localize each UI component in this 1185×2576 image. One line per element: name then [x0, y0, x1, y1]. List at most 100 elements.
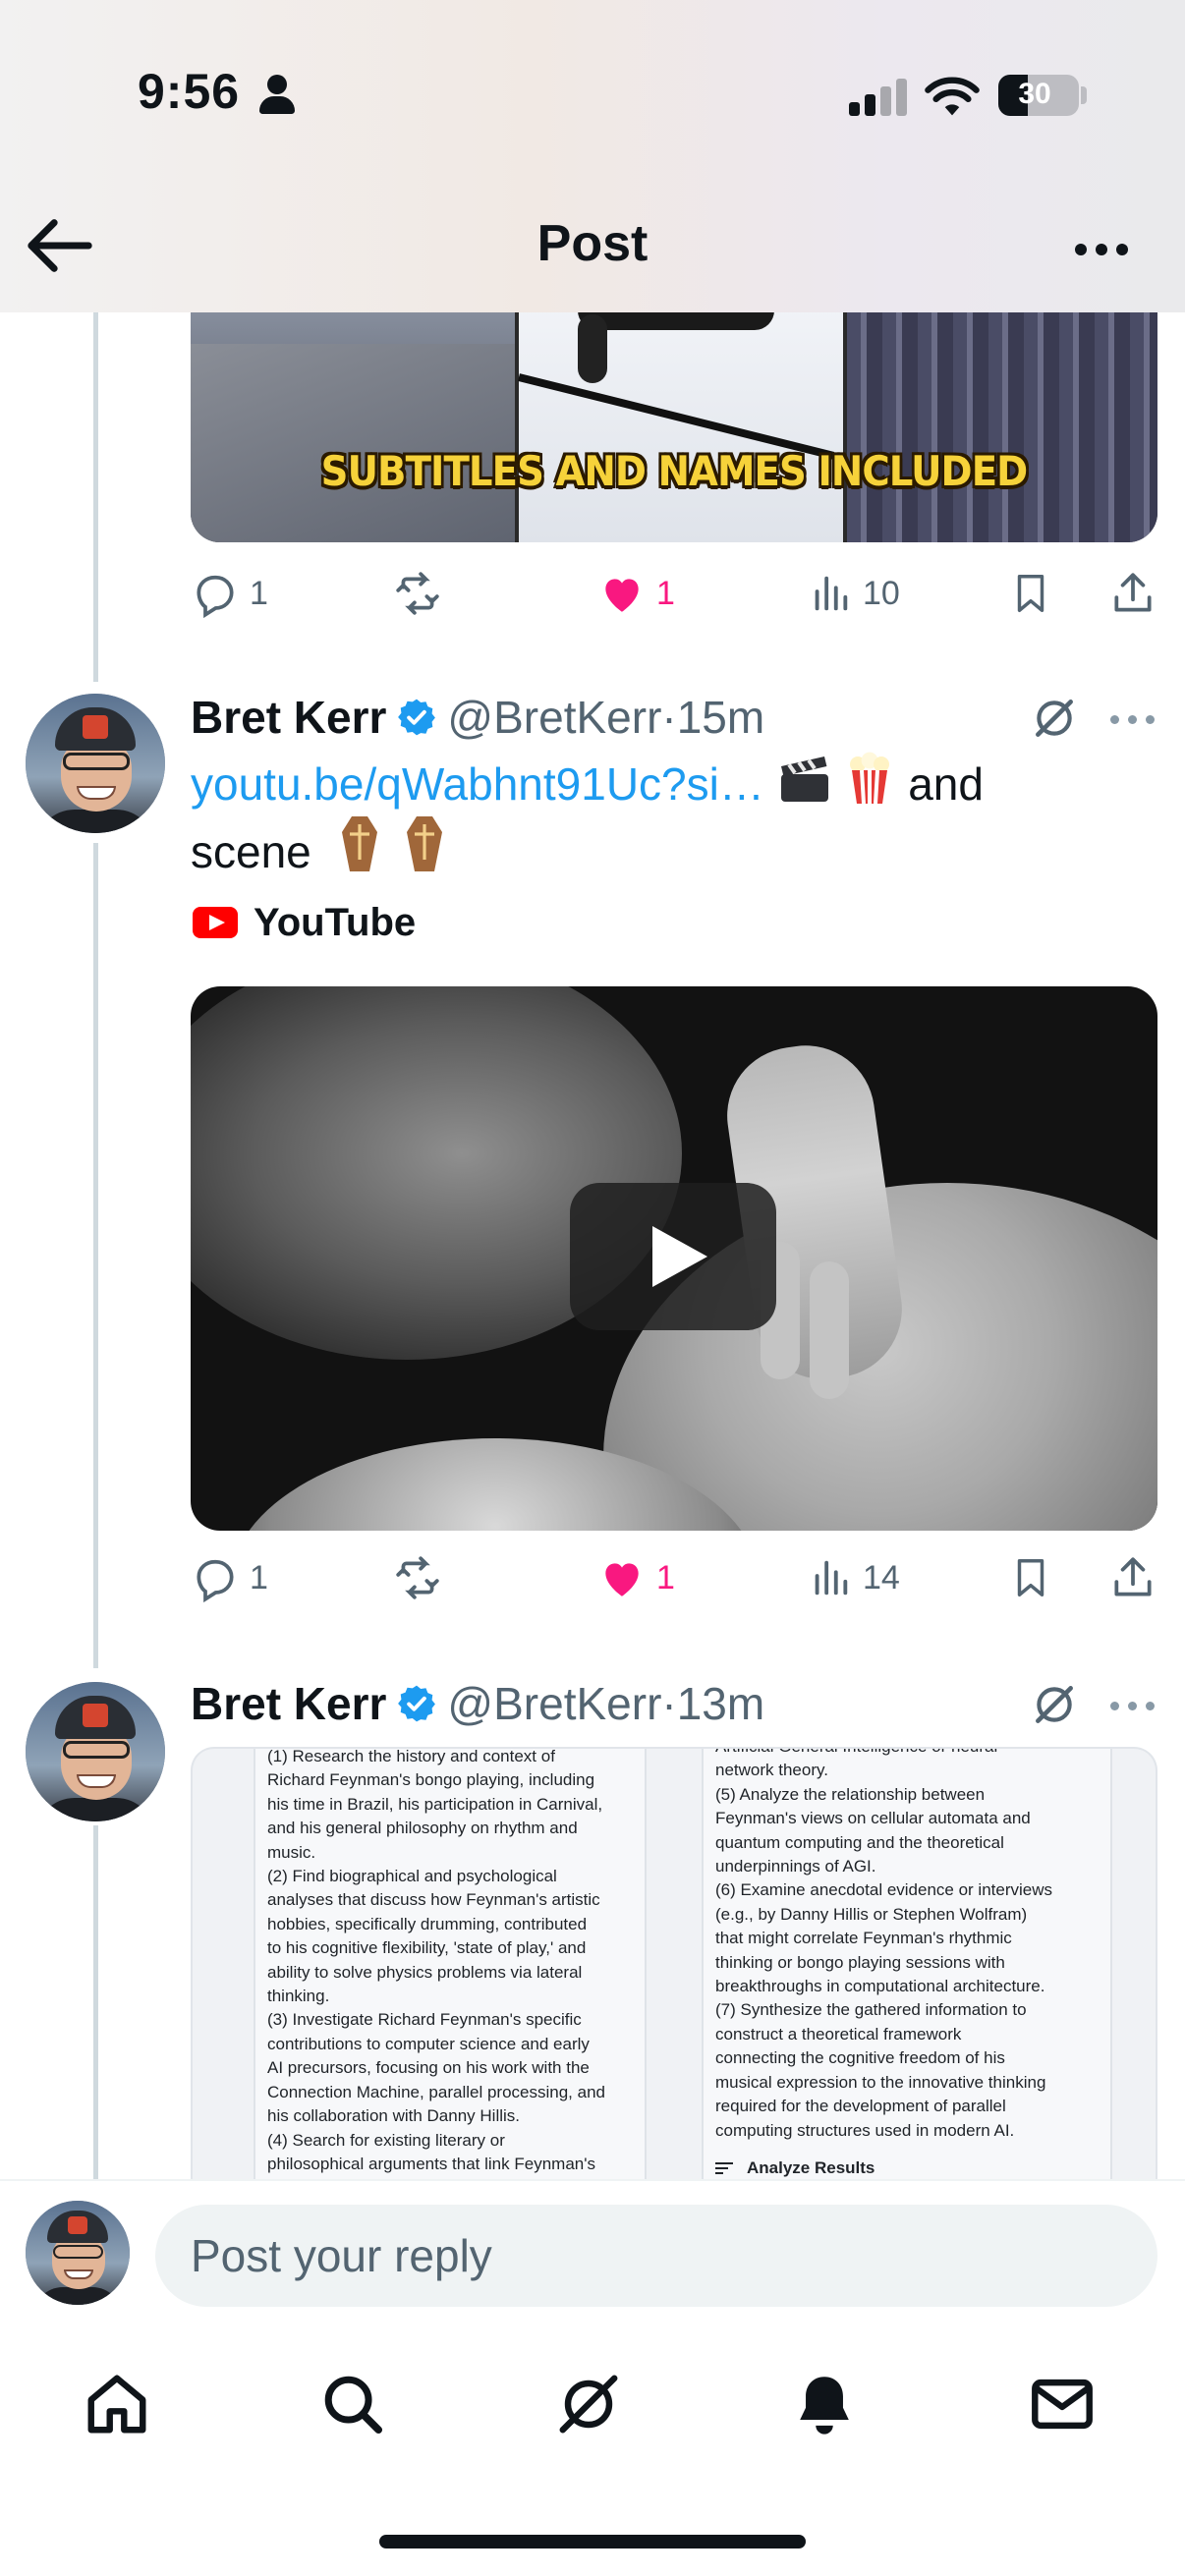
grok-nav-icon[interactable] — [554, 2370, 623, 2438]
post2-more-button[interactable] — [1110, 709, 1159, 729]
link-source[interactable]: YouTube — [193, 898, 416, 947]
doc-line: (e.g., by Danny Hillis or Stephen Wolfra… — [715, 1904, 1028, 1924]
views-button[interactable]: 14 — [808, 1548, 900, 1607]
doc-line: underpinnings of AGI. — [715, 1857, 876, 1876]
youtube-icon — [193, 907, 238, 938]
page-title: Post — [536, 215, 649, 272]
reply-icon — [197, 575, 234, 618]
post2-link[interactable]: youtu.be/qWabhnt91Uc?si… — [191, 758, 764, 810]
doc-line: ability to solve physics problems via la… — [267, 1962, 583, 1982]
post2-avatar[interactable] — [26, 694, 165, 833]
focus-person-icon — [257, 75, 297, 118]
post2-text-line2: scene — [191, 826, 311, 877]
views-icon — [815, 1560, 848, 1596]
doc-analyze-label: Analyze Results — [747, 2157, 875, 2177]
author-name[interactable]: Bret Kerr — [191, 1677, 386, 1730]
post3-document-image[interactable]: (1) Research the history and context of … — [191, 1747, 1157, 2179]
messages-icon[interactable] — [1028, 2370, 1097, 2438]
repost-icon — [396, 1556, 439, 1599]
reply-avatar — [26, 2201, 130, 2305]
post2-text: youtu.be/qWabhnt91Uc?si… and scene — [191, 751, 1075, 882]
play-button[interactable] — [570, 1183, 776, 1330]
doc-line: construct a theoretical framework — [715, 2024, 962, 2044]
youtube-video-card[interactable] — [191, 986, 1157, 1531]
popcorn-icon — [850, 752, 890, 805]
reply-button[interactable]: 1 — [191, 1548, 268, 1607]
doc-line: (7) Synthesize the gathered information … — [715, 2000, 1027, 2020]
more-icon[interactable] — [1067, 228, 1136, 267]
post1-action-bar: 1 1 10 — [191, 564, 1157, 623]
thumbnail-subtitle: SUBTITLES AND NAMES INCLUDED — [320, 447, 1029, 495]
reply-button[interactable]: 1 — [191, 564, 268, 623]
post-time[interactable]: 15m — [677, 691, 764, 744]
doc-line: (3) Investigate Richard Feynman's specif… — [267, 2010, 582, 2030]
thumbnail-panel-middle — [518, 295, 843, 542]
share-icon — [1114, 573, 1152, 612]
share-button[interactable] — [1108, 1548, 1157, 1607]
separator-dot: · — [661, 1678, 677, 1729]
doc-line: musical expression to the innovative thi… — [715, 2072, 1046, 2092]
filter-lines-icon — [715, 2162, 733, 2175]
author-handle[interactable]: @BretKerr — [447, 1677, 661, 1730]
views-count: 10 — [863, 574, 900, 612]
reply-count: 1 — [250, 1558, 268, 1596]
share-button[interactable] — [1108, 564, 1157, 623]
doc-line: Richard Feynman's bongo playing, includi… — [267, 1770, 595, 1790]
views-count: 14 — [863, 1558, 900, 1596]
doc-line: hobbies, specifically drumming, contribu… — [267, 1914, 588, 1933]
repost-button[interactable] — [391, 564, 444, 623]
post3-header: Bret Kerr @BretKerr · 13m — [191, 1674, 764, 1733]
heart-icon — [605, 579, 639, 612]
home-icon[interactable] — [83, 2370, 151, 2438]
thread-line-top — [93, 295, 98, 682]
verified-icon — [398, 699, 436, 736]
grok-icon[interactable] — [1030, 694, 1079, 743]
like-button[interactable]: 1 — [597, 564, 675, 623]
bookmark-button[interactable] — [1008, 1548, 1053, 1607]
doc-left-column: (1) Research the history and context of … — [254, 1749, 647, 2179]
doc-line: network theory. — [715, 1761, 828, 1780]
views-button[interactable]: 10 — [808, 564, 900, 623]
verified-icon — [398, 1685, 436, 1722]
post3-avatar[interactable] — [26, 1682, 165, 1821]
author-handle[interactable]: @BretKerr — [447, 691, 661, 744]
doc-line: quantum computing and the theoretical — [715, 1832, 1004, 1852]
doc-line: (6) Examine anecdotal evidence or interv… — [715, 1880, 1053, 1900]
reply-count: 1 — [250, 574, 268, 612]
bookmark-button[interactable] — [1008, 564, 1053, 623]
doc-analyze-results: Analyze Results — [715, 2156, 1099, 2179]
reply-input[interactable]: Post your reply — [155, 2205, 1157, 2307]
battery-level: 30 — [1018, 78, 1051, 110]
bookmark-icon — [1017, 1559, 1044, 1596]
reply-icon — [197, 1559, 234, 1602]
search-icon[interactable] — [318, 2370, 387, 2438]
author-name[interactable]: Bret Kerr — [191, 691, 386, 744]
top-bar: 9:56 30 Post — [0, 0, 1185, 312]
coffin-icon — [407, 816, 443, 871]
coffin-icon — [341, 816, 377, 871]
like-button[interactable]: 1 — [597, 1548, 675, 1607]
thread-line-bottom — [93, 1825, 98, 2179]
clapper-icon — [780, 756, 828, 802]
post-time[interactable]: 13m — [677, 1677, 764, 1730]
bookmark-icon — [1017, 575, 1044, 612]
grok-icon[interactable] — [1030, 1680, 1079, 1729]
repost-icon — [396, 572, 439, 615]
doc-line: (5) Analyze the relationship between — [715, 1784, 986, 1804]
thread-line-mid — [93, 843, 98, 1668]
share-icon — [1114, 1557, 1152, 1596]
repost-button[interactable] — [391, 1548, 444, 1607]
post1-video-thumbnail[interactable]: SUBTITLES AND NAMES INCLUDED — [191, 295, 1157, 542]
post3-more-button[interactable] — [1110, 1696, 1159, 1715]
doc-line: (4) Search for existing literary or — [267, 2130, 505, 2150]
cellular-signal-icon — [849, 77, 908, 116]
status-time: 9:56 — [138, 64, 241, 119]
like-count: 1 — [656, 1558, 675, 1596]
doc-line: (2) Find biographical and psychological — [267, 1867, 557, 1886]
notifications-icon[interactable] — [790, 2370, 859, 2438]
doc-line: required for the development of parallel — [715, 2097, 1006, 2116]
doc-line: music. — [267, 1842, 316, 1862]
thumbnail-panel-left — [191, 295, 515, 542]
doc-line: connecting the cognitive freedom of his — [715, 2048, 1005, 2068]
doc-line: thinking. — [267, 1987, 330, 2006]
